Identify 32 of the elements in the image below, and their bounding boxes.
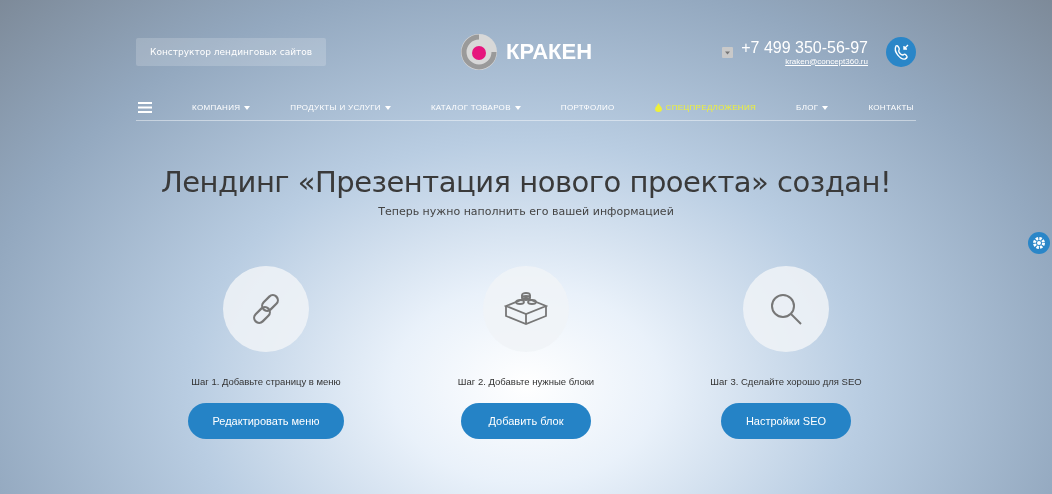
caret-icon	[514, 105, 521, 110]
dropdown-icon[interactable]	[722, 46, 734, 58]
nav-link[interactable]: ПОРТФОЛИО	[560, 103, 615, 112]
step-action-button[interactable]: Добавить блок	[461, 403, 591, 439]
caret-icon	[822, 105, 829, 110]
phone-call-button[interactable]	[886, 37, 916, 67]
tagline-label: Конструктор лендинговых сайтов	[136, 38, 327, 66]
caret-icon	[244, 105, 251, 110]
menu-icon[interactable]	[138, 102, 152, 113]
email-link[interactable]: kraken@concept360.ru	[785, 56, 868, 66]
settings-button[interactable]	[1028, 232, 1050, 254]
caret-icon	[384, 105, 391, 110]
logo-text: КРАКЕН	[505, 39, 592, 65]
nav-link[interactable]: КОМПАНИЯ	[192, 103, 251, 112]
nav-link[interactable]: КОНТАКТЫ	[868, 103, 914, 112]
step-label: Шаг 1. Добавьте страницу в меню	[191, 376, 341, 387]
page-subtitle: Теперь нужно наполнить его вашей информацией	[377, 205, 675, 218]
brick-icon	[503, 292, 549, 326]
nav-link[interactable]: СПЕЦПРЕДЛОЖЕНИЯ	[654, 103, 757, 112]
phone-number[interactable]: +7 499 350-56-97	[741, 38, 868, 57]
step-action-button[interactable]: Настройки SEO	[721, 403, 851, 439]
nav-link[interactable]: ПРОДУКТЫ И УСЛУГИ	[290, 103, 391, 112]
page-title: Лендинг «Презентация нового проекта» создан!	[159, 165, 893, 199]
gear-icon	[1032, 236, 1046, 250]
step-label: Шаг 2. Добавьте нужные блоки	[457, 376, 595, 387]
nav-link[interactable]: БЛОГ	[796, 103, 829, 112]
step-label: Шаг 3. Сделайте хорошо для SEO	[710, 376, 862, 387]
nav-link[interactable]: КАТАЛОГ ТОВАРОВ	[430, 103, 521, 112]
step-action-button[interactable]: Редактировать меню	[188, 403, 344, 439]
logo-icon	[459, 33, 498, 71]
phone-icon	[892, 43, 910, 61]
search-icon	[769, 292, 803, 326]
